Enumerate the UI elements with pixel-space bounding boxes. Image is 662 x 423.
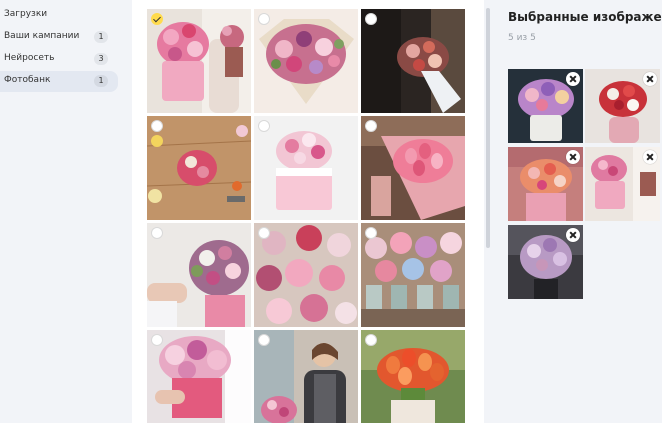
select-circle-icon[interactable] <box>365 120 377 132</box>
gallery-image[interactable] <box>147 330 251 423</box>
sidebar-item-label: Фотобанк <box>4 75 51 85</box>
gallery-image[interactable] <box>254 330 358 423</box>
photo-pink-tulips <box>361 116 465 220</box>
photo-man-with-bouquet <box>361 9 465 113</box>
photo-smiling-florist <box>254 330 358 423</box>
select-circle-icon[interactable] <box>365 227 377 239</box>
sidebar: Загрузки Ваши кампании 1 Нейросеть 3 Фот… <box>0 0 132 423</box>
sidebar-item-uploads[interactable]: Загрузки <box>0 5 118 26</box>
remove-image-icon[interactable] <box>566 228 580 242</box>
image-gallery <box>132 0 484 423</box>
remove-image-icon[interactable] <box>566 150 580 164</box>
gallery-image[interactable] <box>361 9 465 113</box>
select-circle-icon[interactable] <box>258 227 270 239</box>
sidebar-item-photobank[interactable]: Фотобанк 1 <box>0 71 118 92</box>
gallery-image[interactable] <box>254 9 358 113</box>
select-circle-icon[interactable] <box>365 13 377 25</box>
selected-image[interactable] <box>585 147 660 221</box>
remove-image-icon[interactable] <box>643 72 657 86</box>
selected-image[interactable] <box>508 69 583 143</box>
selected-checkmark-icon[interactable] <box>151 13 163 25</box>
selected-image[interactable] <box>508 147 583 221</box>
selected-image[interactable] <box>508 225 583 299</box>
gallery-image[interactable] <box>254 116 358 220</box>
photo-flower-shop-buckets <box>361 223 465 327</box>
panel-title: Выбранные изображения <box>508 10 662 24</box>
photo-hydrangea-box <box>147 330 251 423</box>
photo-mixed-bouquet <box>254 9 358 113</box>
photo-white-box-bouquet <box>254 116 358 220</box>
photo-bouquet-pink-box <box>147 9 251 113</box>
photo-peonies-display <box>254 223 358 327</box>
select-circle-icon[interactable] <box>258 120 270 132</box>
sidebar-item-label: Нейросеть <box>4 53 55 63</box>
count-badge: 3 <box>94 53 108 65</box>
gallery-scrollbar-thumb[interactable] <box>486 8 490 248</box>
remove-image-icon[interactable] <box>643 150 657 164</box>
select-circle-icon[interactable] <box>151 227 163 239</box>
count-badge: 1 <box>94 31 108 43</box>
select-circle-icon[interactable] <box>151 120 163 132</box>
gallery-image[interactable] <box>361 330 465 423</box>
sidebar-item-label: Загрузки <box>4 9 48 19</box>
selected-images-panel: Выбранные изображения 5 из 5 <box>492 0 662 423</box>
select-circle-icon[interactable] <box>365 334 377 346</box>
gallery-image[interactable] <box>147 116 251 220</box>
gallery-image[interactable] <box>147 9 251 113</box>
count-badge: 1 <box>94 75 108 87</box>
select-circle-icon[interactable] <box>258 334 270 346</box>
sidebar-item-neural-network[interactable]: Нейросеть 3 <box>0 49 118 70</box>
gallery-image[interactable] <box>361 223 465 327</box>
sidebar-item-campaigns[interactable]: Ваши кампании 1 <box>0 27 118 48</box>
gallery-image[interactable] <box>147 223 251 327</box>
selected-count: 5 из 5 <box>508 33 536 43</box>
gallery-image[interactable] <box>361 116 465 220</box>
photo-arranging-flowers <box>147 223 251 327</box>
photo-orange-tulips <box>361 330 465 423</box>
select-circle-icon[interactable] <box>151 334 163 346</box>
sidebar-item-label: Ваши кампании <box>4 31 80 41</box>
gallery-image[interactable] <box>254 223 358 327</box>
selected-image[interactable] <box>585 69 660 143</box>
select-circle-icon[interactable] <box>258 13 270 25</box>
remove-image-icon[interactable] <box>566 72 580 86</box>
photo-florist-table <box>147 116 251 220</box>
